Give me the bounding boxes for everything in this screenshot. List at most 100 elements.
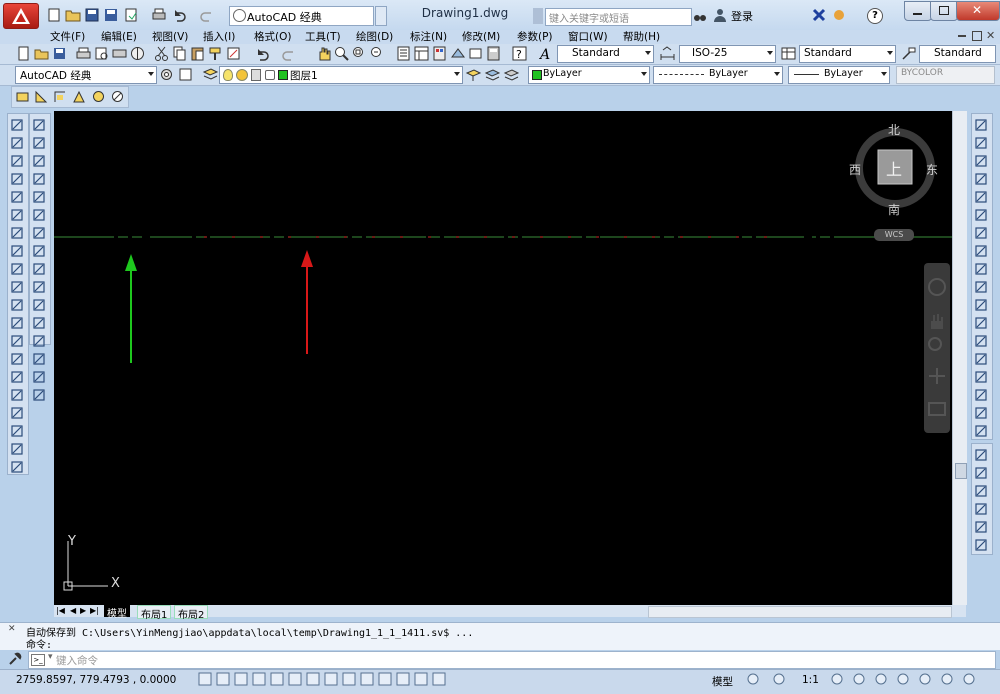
isolate-objects-icon[interactable]: [918, 672, 932, 686]
snap-mode-icon[interactable]: [216, 672, 230, 686]
dim-style-icon[interactable]: [659, 45, 676, 62]
workspace-selector[interactable]: AutoCAD 经典: [229, 6, 374, 26]
mleader-style-combo[interactable]: Standard: [919, 45, 996, 63]
multiline-text-icon[interactable]: [9, 441, 25, 457]
table-style-combo[interactable]: Standard: [799, 45, 896, 63]
copy-icon[interactable]: [171, 45, 188, 62]
baseline-icon[interactable]: [31, 279, 47, 295]
plot-preview-icon[interactable]: [93, 45, 110, 62]
maximize-button[interactable]: [930, 1, 958, 21]
command-window-close-icon[interactable]: ✕: [8, 624, 16, 634]
menu-tools[interactable]: 工具(T): [305, 29, 341, 44]
zoom-previous-icon[interactable]: [369, 45, 386, 62]
publish-toolbar-icon[interactable]: [111, 45, 128, 62]
qat-dropdown-icon[interactable]: [375, 6, 387, 26]
trim-icon[interactable]: [973, 279, 989, 295]
ellipse-arc-icon[interactable]: [9, 297, 25, 313]
break-at-point-icon[interactable]: [973, 315, 989, 331]
circle-icon[interactable]: [9, 225, 25, 241]
move-icon[interactable]: [973, 207, 989, 223]
scale-icon[interactable]: [973, 243, 989, 259]
menu-view[interactable]: 视图(V): [152, 29, 188, 44]
dim-style-combo[interactable]: ISO-25: [679, 45, 776, 63]
hardware-acceleration-icon[interactable]: [940, 672, 954, 686]
horizontal-scrollbar[interactable]: [648, 606, 952, 618]
paste-icon[interactable]: [189, 45, 206, 62]
close-button[interactable]: ✕: [956, 1, 1000, 21]
snap-tool-4-icon[interactable]: [71, 88, 87, 104]
command-prompt-icon[interactable]: >_: [31, 654, 45, 666]
mirror-icon[interactable]: [973, 153, 989, 169]
lock-ui-icon[interactable]: [896, 672, 910, 686]
send-to-back-icon[interactable]: [973, 465, 989, 481]
layer-properties-icon[interactable]: [202, 66, 219, 83]
undo-toolbar-icon[interactable]: [253, 45, 270, 62]
snap-tool-3-icon[interactable]: [52, 88, 68, 104]
design-center-icon[interactable]: [413, 45, 430, 62]
last-tab-icon[interactable]: ▶|: [90, 606, 99, 615]
binoculars-icon[interactable]: [693, 9, 707, 23]
fillet-icon[interactable]: [973, 387, 989, 403]
properties-icon[interactable]: [395, 45, 412, 62]
gradient-icon[interactable]: [9, 387, 25, 403]
login-link[interactable]: 登录: [731, 8, 753, 24]
customize-icon[interactable]: [177, 66, 194, 83]
blend-icon[interactable]: [973, 405, 989, 421]
dimension-diameter-icon[interactable]: [31, 225, 47, 241]
selection-cycling-icon[interactable]: [432, 672, 446, 686]
block-editor-icon[interactable]: [225, 45, 242, 62]
dynamic-ucs-icon[interactable]: [342, 672, 356, 686]
menu-draw[interactable]: 绘图(D): [356, 29, 393, 44]
exchange-icon[interactable]: [812, 8, 826, 22]
polyline-icon[interactable]: [9, 153, 25, 169]
pan-realtime-icon[interactable]: [315, 45, 332, 62]
text-style-combo[interactable]: Standard: [557, 45, 654, 63]
insert-block-icon[interactable]: [9, 315, 25, 331]
doc-close-icon[interactable]: ✕: [986, 29, 995, 42]
center-mark-icon[interactable]: [31, 333, 47, 349]
bring-above-icon[interactable]: [973, 483, 989, 499]
prev-tab-icon[interactable]: ◀: [70, 606, 76, 615]
lineweight-icon[interactable]: [378, 672, 392, 686]
join-icon[interactable]: [973, 351, 989, 367]
coordinate-readout[interactable]: 2759.8597, 779.4793 , 0.0000: [16, 674, 176, 686]
tool-palettes-icon[interactable]: [431, 45, 448, 62]
workspace-combo[interactable]: AutoCAD 经典: [15, 66, 157, 84]
command-line[interactable]: >_ ▾ 键入命令: [28, 651, 996, 669]
object-snap-icon[interactable]: [288, 672, 302, 686]
layer-state-icon[interactable]: [503, 66, 520, 83]
publish-icon[interactable]: [123, 7, 139, 23]
menu-format[interactable]: 格式(O): [254, 29, 291, 44]
polygon-icon[interactable]: [9, 171, 25, 187]
save-icon[interactable]: [84, 7, 100, 23]
dimension-radius-icon[interactable]: [31, 189, 47, 205]
dimension-arc-icon[interactable]: [31, 153, 47, 169]
drawing-canvas[interactable]: 北 南 东 西 上 WCS Y X: [54, 111, 966, 605]
text-to-front-icon[interactable]: [973, 519, 989, 535]
dynamic-input-icon[interactable]: [360, 672, 374, 686]
text-style-icon[interactable]: A: [538, 45, 555, 63]
make-block-icon[interactable]: [9, 333, 25, 349]
minimize-button[interactable]: [904, 1, 932, 21]
command-dropdown-icon[interactable]: ▾: [48, 652, 53, 662]
continue-icon[interactable]: [31, 297, 47, 313]
tab-layout1[interactable]: 布局1: [137, 605, 172, 621]
spline-icon[interactable]: [9, 261, 25, 277]
tab-model[interactable]: 模型: [104, 605, 130, 620]
3d-object-snap-icon[interactable]: [306, 672, 320, 686]
next-tab-icon[interactable]: ▶: [80, 606, 86, 615]
model-space-label[interactable]: 模型: [712, 674, 733, 689]
user-icon[interactable]: [713, 8, 727, 22]
annotation-scale[interactable]: 1:1: [802, 674, 819, 686]
save-as-icon[interactable]: [103, 7, 119, 23]
explode-icon[interactable]: [973, 423, 989, 439]
add-selected-icon[interactable]: [9, 459, 25, 475]
help-icon[interactable]: ?: [867, 8, 883, 24]
print-icon[interactable]: [75, 45, 92, 62]
layer-combo[interactable]: 图层1: [219, 66, 463, 84]
markup-icon[interactable]: [467, 45, 484, 62]
quickcalc-icon[interactable]: [485, 45, 502, 62]
redo-icon[interactable]: [199, 7, 215, 23]
tolerance-icon[interactable]: [31, 315, 47, 331]
bring-to-front-icon[interactable]: [973, 447, 989, 463]
